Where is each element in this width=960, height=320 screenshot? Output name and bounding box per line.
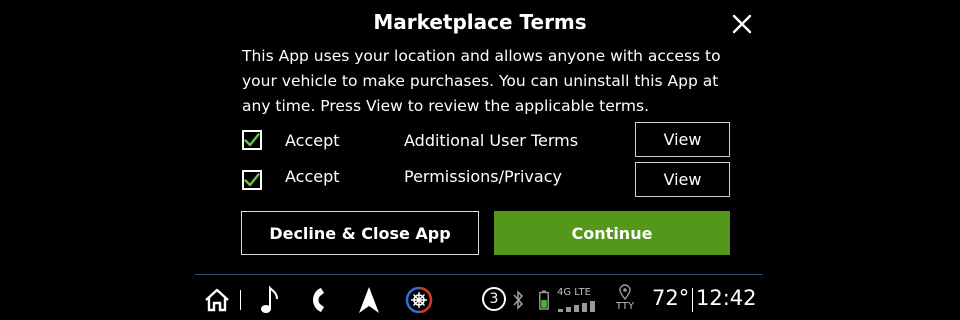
- accept-label: Accept: [285, 131, 340, 150]
- decline-close-app-button[interactable]: Decline & Close App: [241, 211, 479, 255]
- term-name: Permissions/Privacy: [404, 167, 562, 186]
- signal-strength-icon: [558, 301, 595, 312]
- notification-badge[interactable]: 3: [482, 287, 506, 311]
- home-icon: [205, 288, 229, 312]
- navigation-arrow-icon: [359, 287, 379, 313]
- network-status: 4G LTE: [557, 287, 607, 315]
- status-separator: [692, 288, 693, 312]
- home-button[interactable]: [202, 286, 232, 314]
- accept-checkbox-permissions-privacy[interactable]: [242, 170, 262, 190]
- bluetooth-status: [510, 289, 526, 311]
- navigation-button[interactable]: [356, 284, 382, 316]
- view-button-additional-user-terms[interactable]: View: [635, 122, 730, 157]
- climate-icon: [405, 286, 433, 314]
- status-separator: [240, 290, 241, 310]
- checkmark-icon: [244, 173, 260, 187]
- phone-button[interactable]: [306, 284, 330, 316]
- outside-temperature: 72°: [652, 286, 690, 310]
- term-row-permissions-privacy: Accept Permissions/Privacy View: [242, 162, 732, 198]
- status-bar-divider: [195, 274, 763, 275]
- tty-status: TTY: [613, 284, 637, 314]
- network-label: 4G LTE: [557, 287, 591, 298]
- term-name: Additional User Terms: [404, 131, 579, 150]
- climate-button[interactable]: [404, 285, 434, 315]
- close-icon: [732, 14, 752, 34]
- dialog-message: This App uses your location and allows a…: [242, 47, 721, 115]
- term-row-additional-user-terms: Accept Additional User Terms View: [242, 122, 732, 158]
- dialog-title: Marketplace Terms: [373, 10, 587, 34]
- media-button[interactable]: [256, 284, 282, 316]
- bluetooth-icon: [513, 290, 524, 310]
- phone-icon: [313, 288, 324, 312]
- status-bar: 3 4G LTE TTY 72° 12:42: [0, 280, 960, 320]
- location-pin-icon: [619, 284, 631, 300]
- accept-checkbox-additional-user-terms[interactable]: [242, 130, 262, 150]
- music-note-icon: [261, 285, 278, 313]
- clock: 12:42: [696, 286, 757, 310]
- close-button[interactable]: [726, 8, 758, 40]
- accept-label: Accept: [285, 167, 340, 186]
- tty-label: TTY: [615, 301, 635, 312]
- continue-button[interactable]: Continue: [494, 211, 730, 255]
- battery-icon: [539, 290, 549, 310]
- battery-status: [537, 289, 551, 311]
- view-button-permissions-privacy[interactable]: View: [635, 162, 730, 197]
- checkmark-icon: [244, 133, 260, 147]
